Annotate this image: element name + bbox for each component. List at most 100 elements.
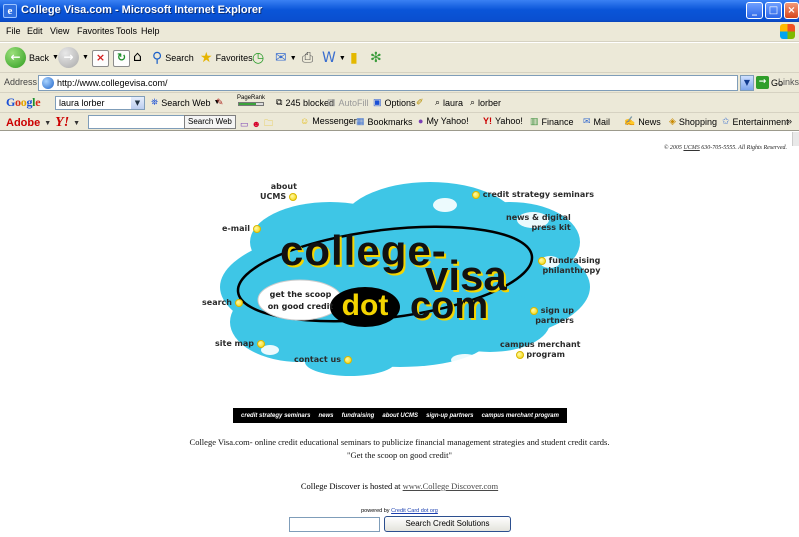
campus-merchant-link[interactable]: campus merchant program [500, 340, 581, 360]
menu-tools[interactable]: Tools [116, 26, 137, 36]
forward-button[interactable]: → ▼ [58, 47, 89, 68]
sign-up-partners-link[interactable]: sign up partners [530, 306, 574, 326]
home-button[interactable]: ⌂ [133, 49, 142, 65]
adobe-button[interactable]: Adobe [6, 117, 40, 129]
refresh-button[interactable]: ↻ [113, 50, 130, 67]
menu-edit[interactable]: Edit [27, 26, 43, 36]
email-link[interactable]: e-mail [222, 224, 261, 234]
highlighter-icon: ✐ [416, 97, 424, 107]
adobe-dropdown-icon[interactable]: ▼ [44, 120, 51, 127]
nav-sign-up-partners[interactable]: sign-up partners [426, 413, 473, 419]
about-label-line1: about [270, 182, 297, 191]
finance-link[interactable]: ▥ Finance [530, 116, 574, 127]
address-input[interactable]: http://www.collegevisa.com/ [38, 75, 738, 91]
close-button[interactable]: × [784, 2, 799, 19]
toolbar-more-button[interactable]: » [787, 116, 792, 126]
term-laura-button[interactable]: ⌕ laura [435, 97, 463, 108]
messenger-button[interactable]: ✻ [370, 50, 382, 66]
yahoo-search-input[interactable] [88, 115, 186, 129]
term-lorber-label: lorber [478, 97, 502, 108]
fundraising-label-line2: philanthropy [542, 266, 601, 275]
stop-button[interactable]: × [92, 50, 109, 67]
news-press-kit-link[interactable]: news & digital press kit [506, 213, 571, 233]
yahoo-search-web-button[interactable]: Search Web [184, 115, 236, 129]
scrollbar[interactable] [792, 132, 799, 146]
news-label-line2: press kit [531, 223, 571, 232]
credit-card-dot-org-link[interactable]: Credit Card dot org [391, 508, 438, 514]
fundraising-label-line1: fundraising [548, 256, 601, 265]
mail-button[interactable]: ✉ ▼ [275, 50, 297, 66]
nav-credit-seminars[interactable]: credit strategy seminars [241, 413, 310, 419]
google-logo[interactable]: Google [6, 95, 41, 110]
yahoo-quick-icons[interactable]: ▭ ☻ 🗀 [240, 116, 273, 132]
title-bar[interactable]: e College Visa.com - Microsoft Internet … [0, 0, 799, 22]
yahoo-logo-dropdown-icon[interactable]: ▼ [73, 120, 80, 127]
links-button[interactable]: Links [778, 77, 799, 87]
shopping-label: Shopping [678, 116, 717, 127]
term-lorber-button[interactable]: ⌕ lorber [470, 97, 501, 108]
sign-up-dot-icon [530, 306, 538, 315]
go-arrow-icon: → [756, 76, 769, 89]
search-button[interactable]: ⚲ Search [152, 50, 194, 66]
google-search-web-button[interactable]: ⛯ Search Web ▼ [151, 97, 221, 108]
minimize-button[interactable]: _ [746, 2, 763, 19]
discuss-button[interactable]: ▮ [350, 50, 358, 66]
back-label: Back [29, 52, 50, 63]
menu-bar: File Edit View Favorites Tools Help [0, 22, 799, 42]
menu-file[interactable]: File [6, 26, 21, 36]
search-link[interactable]: search [202, 298, 243, 308]
popup-blocker-button[interactable]: ⧉ 245 blocked [276, 97, 334, 108]
credit-seminars-link[interactable]: credit strategy seminars [472, 190, 594, 200]
print-button[interactable]: ⎙ [302, 50, 313, 66]
contact-us-link[interactable]: contact us [294, 355, 352, 365]
google-input-dropdown-icon[interactable]: ▼ [131, 97, 144, 109]
bookmarks-link[interactable]: ▦ Bookmarks [356, 116, 413, 127]
forward-dropdown-icon[interactable]: ▼ [82, 54, 89, 61]
history-button[interactable]: ◷ [252, 50, 264, 66]
contact-dot-icon [343, 355, 352, 364]
search-credit-solutions-button[interactable]: Search Credit Solutions [384, 516, 511, 532]
nav-campus-merchant[interactable]: campus merchant program [482, 413, 559, 419]
campus-label-line1: campus merchant [500, 340, 581, 349]
edit-button[interactable]: W ▼ [322, 50, 346, 66]
pagerank-label: PageRank [237, 95, 266, 101]
site-map-dot-icon [256, 339, 265, 348]
messenger-link[interactable]: ☺ Messenger [300, 116, 357, 126]
credit-search-input[interactable] [289, 517, 380, 532]
entertainment-link[interactable]: ✩ Entertainment [722, 116, 789, 127]
fundraising-link[interactable]: fundraising philanthropy [538, 256, 600, 276]
site-map-link[interactable]: site map [215, 339, 265, 349]
menu-help[interactable]: Help [141, 26, 160, 36]
campus-label-line2: program [526, 350, 565, 359]
about-ucms-link[interactable]: about UCMS [260, 182, 297, 202]
maximize-button[interactable]: □ [765, 2, 782, 19]
google-news-button[interactable]: ✎ [216, 97, 224, 108]
edit-dropdown-icon[interactable]: ▼ [339, 55, 346, 62]
mail-link[interactable]: ✉ Mail [583, 116, 610, 127]
entertainment-label: Entertainment [732, 116, 789, 127]
nav-fundraising[interactable]: fundraising [342, 413, 375, 419]
yahoo-face-icon: ☻ [251, 119, 261, 129]
yahoo-logo[interactable]: Y! [55, 115, 69, 131]
ucms-link[interactable]: UCMS [683, 145, 699, 151]
google-search-web-label: Search Web [161, 97, 211, 108]
mail-dropdown-icon[interactable]: ▼ [290, 55, 297, 62]
mail-label: Mail [593, 116, 611, 127]
highlighter-button[interactable]: ✐ [416, 97, 424, 108]
back-button[interactable]: ← Back ▼ [5, 47, 59, 68]
google-options-button[interactable]: ▣ Options [373, 97, 416, 108]
star-icon: ★ [200, 50, 213, 66]
menu-favorites[interactable]: Favorites [77, 26, 114, 36]
nav-about-ucms[interactable]: about UCMS [382, 413, 418, 419]
menu-view[interactable]: View [50, 26, 69, 36]
address-dropdown-icon[interactable]: ▼ [740, 75, 754, 91]
shopping-link[interactable]: ◈ Shopping [669, 116, 717, 127]
favorites-button[interactable]: ★ Favorites [200, 50, 253, 66]
options-icon: ▣ [373, 97, 382, 107]
autofill-button[interactable]: ▤ AutoFill [327, 97, 369, 108]
my-yahoo-link[interactable]: ● My Yahoo! [418, 116, 469, 126]
news-link[interactable]: ✍ News [624, 116, 661, 127]
yahoo-link[interactable]: Y! Yahoo! [483, 116, 523, 126]
college-discover-link[interactable]: www.College Discover.com [403, 481, 499, 491]
nav-news[interactable]: news [319, 413, 334, 419]
